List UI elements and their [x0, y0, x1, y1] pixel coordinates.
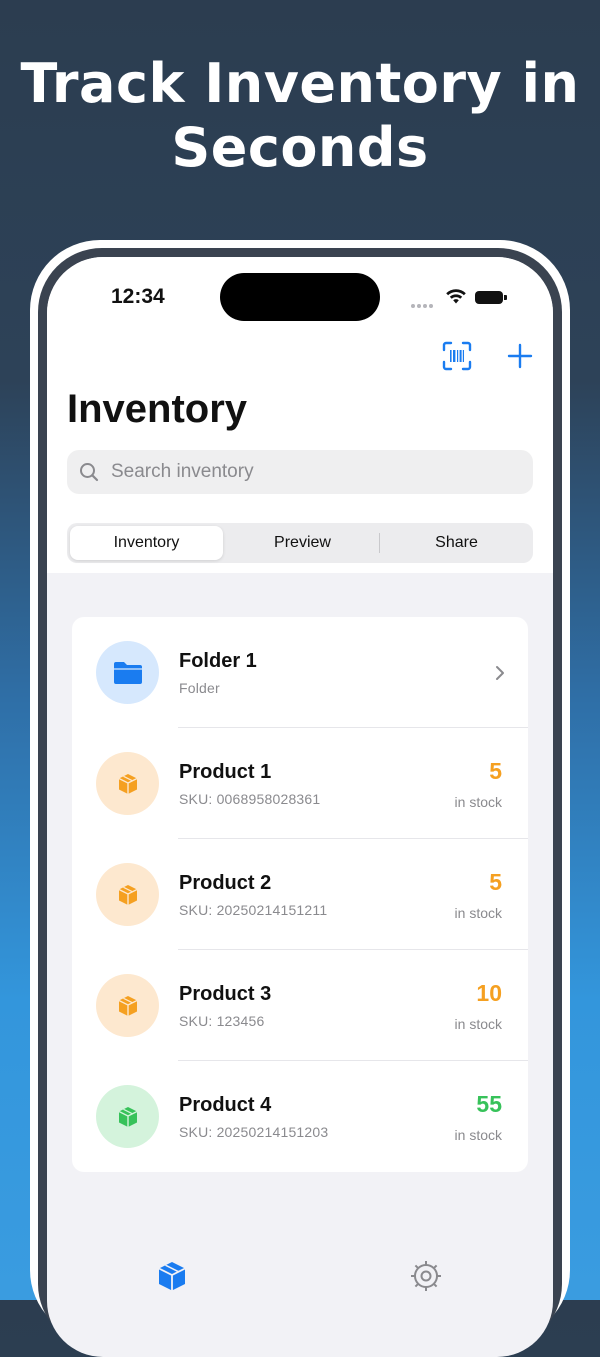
product-avatar: [96, 752, 159, 815]
headline: Track Inventory in Seconds: [0, 52, 600, 180]
list-item-folder[interactable]: Folder 1 Folder: [72, 617, 528, 728]
signal-dots-icon: [411, 293, 435, 312]
product-avatar: [96, 1085, 159, 1148]
item-sku: SKU: 123456: [179, 1013, 265, 1029]
page-title: Inventory: [67, 387, 248, 431]
barcode-scan-icon[interactable]: [442, 341, 472, 371]
item-quantity-label: in stock: [454, 794, 502, 810]
box-icon: [118, 1106, 137, 1127]
item-name: Product 1: [179, 761, 272, 783]
headline-line-1: Track Inventory in: [20, 52, 580, 115]
box-icon: [118, 773, 137, 794]
segment-share[interactable]: Share: [380, 526, 533, 560]
dynamic-island: [220, 273, 380, 321]
list-item-product[interactable]: Product 1 SKU: 0068958028361 5 in stock: [72, 728, 528, 839]
chevron-right-icon: [496, 666, 504, 680]
headline-line-2: Seconds: [171, 116, 429, 179]
item-name: Folder 1: [179, 650, 257, 672]
box-icon: [118, 995, 137, 1016]
item-name: Product 3: [179, 983, 272, 1005]
box-icon: [118, 884, 137, 905]
item-quantity-label: in stock: [454, 1127, 502, 1143]
item-sku: SKU: 20250214151203: [179, 1124, 329, 1140]
folder-icon: [113, 661, 142, 684]
list-item-product[interactable]: Product 3 SKU: 123456 10 in stock: [72, 950, 528, 1061]
item-quantity: 55: [476, 1091, 502, 1117]
item-name: Product 2: [179, 872, 272, 894]
list-item-product[interactable]: Product 2 SKU: 20250214151211 5 in stock: [72, 839, 528, 950]
wifi-icon: [446, 289, 466, 304]
inventory-list: Folder 1 Folder Product 1 SKU: 006895802…: [72, 617, 528, 1172]
phone-screen: 12:34 Inventory Search inventory Invento…: [47, 257, 553, 1357]
item-subtitle: Folder: [179, 680, 220, 696]
tab-settings-gear-icon[interactable]: [409, 1259, 443, 1293]
item-sku: SKU: 0068958028361: [179, 791, 321, 807]
segment-preview[interactable]: Preview: [226, 526, 379, 560]
plus-icon[interactable]: [505, 341, 535, 371]
product-avatar: [96, 974, 159, 1037]
search-icon: [80, 463, 99, 482]
product-avatar: [96, 863, 159, 926]
search-input[interactable]: [109, 460, 513, 484]
item-quantity-label: in stock: [454, 905, 502, 921]
battery-icon: [475, 289, 507, 308]
item-quantity: 10: [476, 980, 502, 1006]
item-quantity-label: in stock: [454, 1016, 502, 1032]
item-quantity: 5: [489, 758, 502, 784]
segment-inventory[interactable]: Inventory: [70, 526, 223, 560]
list-item-product[interactable]: Product 4 SKU: 20250214151203 55 in stoc…: [72, 1061, 528, 1172]
item-quantity: 5: [489, 869, 502, 895]
header-area: 12:34 Inventory Search inventory Invento…: [47, 257, 553, 573]
status-time: 12:34: [111, 285, 165, 308]
item-sku: SKU: 20250214151211: [179, 902, 328, 918]
folder-avatar: [96, 641, 159, 704]
item-name: Product 4: [179, 1094, 272, 1116]
segmented-control: Inventory Preview Share: [67, 523, 533, 563]
search-bar[interactable]: [67, 450, 533, 494]
tab-inventory-box-icon[interactable]: [155, 1259, 189, 1293]
